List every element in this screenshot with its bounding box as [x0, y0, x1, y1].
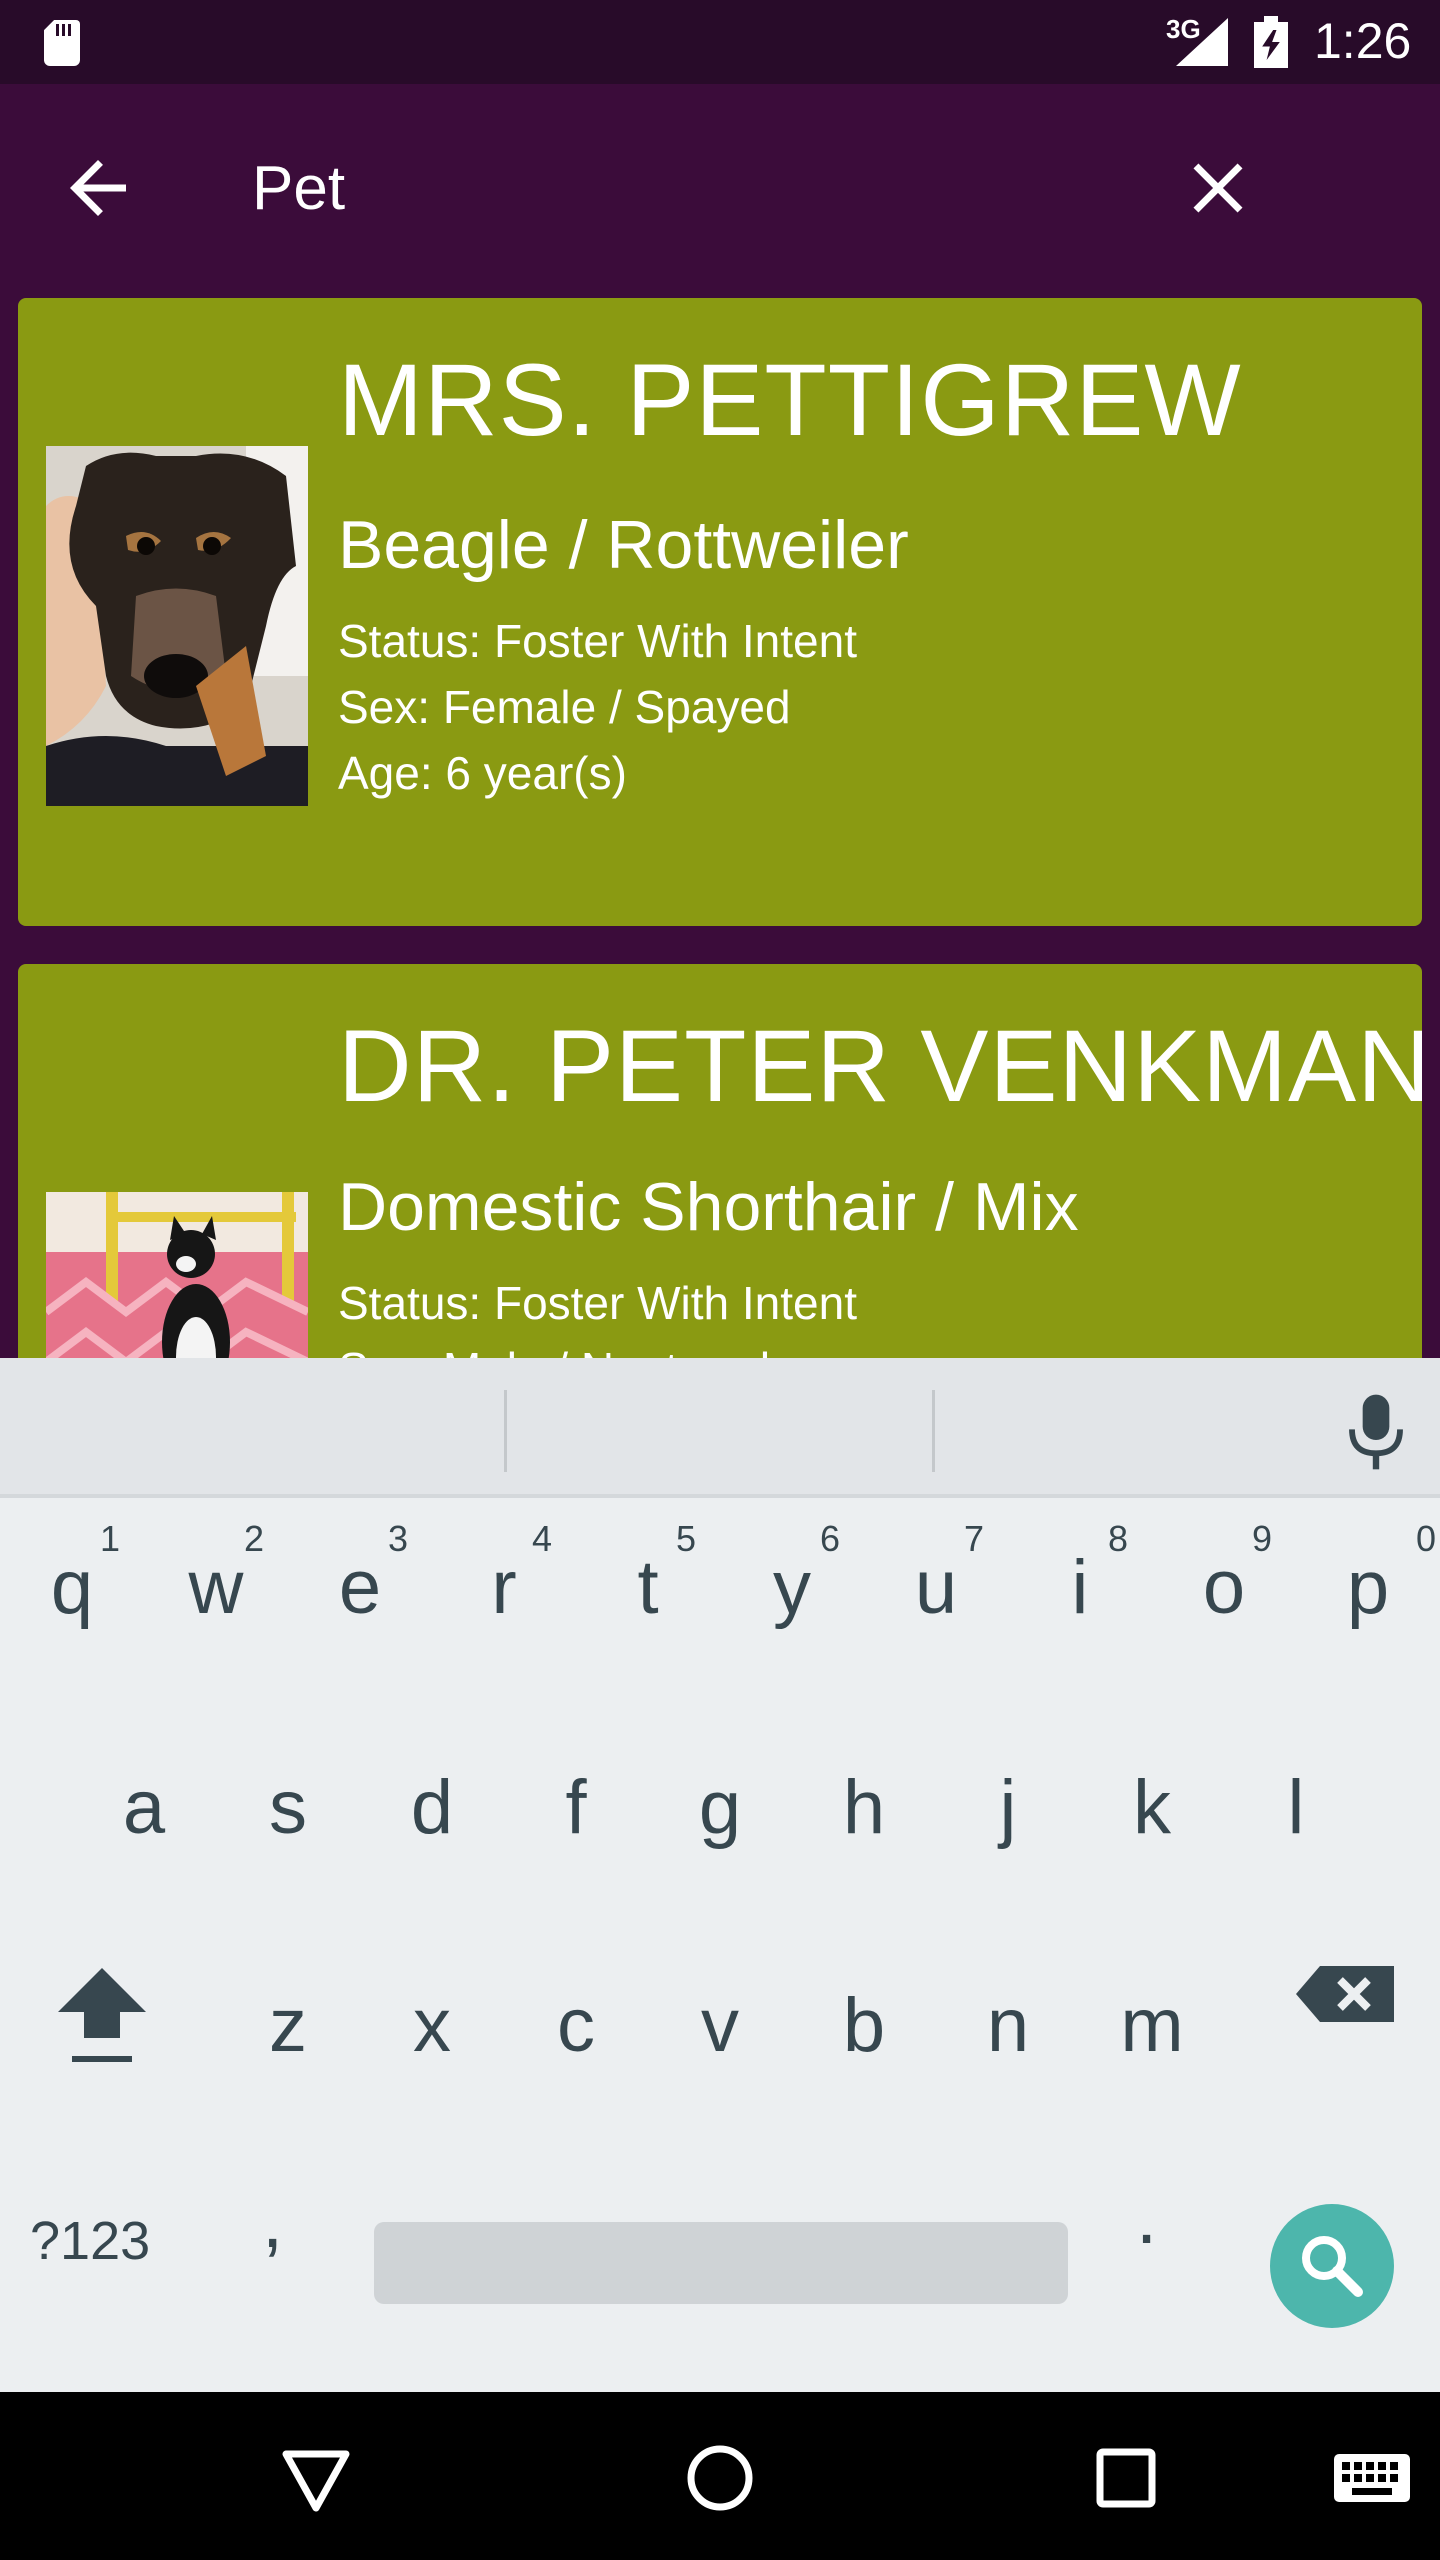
search-icon [1302, 2236, 1363, 2297]
backspace-key[interactable] [1268, 1948, 1412, 2088]
period-key[interactable]: . [1136, 2174, 1157, 2261]
key-g[interactable]: g [648, 1730, 792, 1870]
pet-sex: Sex: Female / Spayed [338, 681, 791, 733]
comma-key[interactable]: , [262, 2178, 283, 2265]
circle-home-icon [687, 2445, 753, 2511]
key-x[interactable]: x [360, 1948, 504, 2088]
pet-breed: Beagle / Rottweiler [338, 507, 909, 583]
square-recents-icon [1096, 2448, 1156, 2508]
status-bar: 3G 1:26 [0, 0, 1440, 84]
key-j[interactable]: j [936, 1730, 1080, 1870]
close-icon [1193, 163, 1243, 213]
key-i[interactable]: 8i [1008, 1510, 1152, 1650]
network-type: 3G [1166, 14, 1201, 44]
pet-status: Status: Foster With Intent [338, 1277, 857, 1329]
navigation-bar [0, 2392, 1440, 2560]
key-k[interactable]: k [1080, 1730, 1224, 1870]
key-d[interactable]: d [360, 1730, 504, 1870]
suggestion-divider [932, 1390, 935, 1472]
key-p[interactable]: 0p [1296, 1510, 1440, 1650]
symbols-key[interactable]: ?123 [30, 2210, 150, 2272]
nav-home-button[interactable] [672, 2430, 768, 2526]
results-list[interactable]: MRS. PETTIGREW Beagle / Rottweiler Statu… [0, 284, 1440, 1358]
pet-card[interactable]: DR. PETER VENKMAN Domestic Shorthair / M… [18, 964, 1422, 1358]
pet-name: MRS. PETTIGREW [338, 343, 1242, 457]
keyboard-icon [1334, 2454, 1410, 2502]
pet-age: Age: 6 year(s) [338, 747, 627, 799]
key-u[interactable]: 7u [864, 1510, 1008, 1650]
key-l[interactable]: l [1224, 1730, 1368, 1870]
key-h[interactable]: h [792, 1730, 936, 1870]
space-key[interactable] [374, 2222, 1068, 2304]
shift-key[interactable] [30, 1948, 174, 2088]
key-t[interactable]: 5t [576, 1510, 720, 1650]
key-o[interactable]: 9o [1152, 1510, 1296, 1650]
key-a[interactable]: a [72, 1730, 216, 1870]
search-toolbar [0, 84, 1440, 284]
sd-card-icon [44, 20, 80, 66]
pet-breed: Domestic Shorthair / Mix [338, 1169, 1079, 1245]
backspace-icon [1296, 1966, 1394, 2022]
key-e[interactable]: 3e [288, 1510, 432, 1650]
pet-status: Status: Foster With Intent [338, 615, 857, 667]
key-b[interactable]: b [792, 1948, 936, 2088]
suggestion-divider [504, 1390, 507, 1472]
key-q[interactable]: 1q [0, 1510, 144, 1650]
key-z[interactable]: z [216, 1948, 360, 2088]
search-action-key[interactable] [1270, 2204, 1394, 2328]
clear-search-button[interactable] [1176, 146, 1260, 230]
pet-photo-cat [46, 1192, 308, 1358]
mic-icon [1349, 1394, 1403, 1470]
clock: 1:26 [1314, 13, 1412, 69]
voice-input-button[interactable] [1344, 1392, 1408, 1472]
search-input[interactable] [252, 150, 1132, 226]
pet-card[interactable]: MRS. PETTIGREW Beagle / Rottweiler Statu… [18, 298, 1422, 926]
key-y[interactable]: 6y [720, 1510, 864, 1650]
shift-icon [58, 1968, 146, 2062]
key-s[interactable]: s [216, 1730, 360, 1870]
nav-back-button[interactable] [268, 2430, 364, 2526]
key-m[interactable]: m [1080, 1948, 1224, 2088]
key-f[interactable]: f [504, 1730, 648, 1870]
pet-sex: Sex: Male / Neutered [338, 1342, 770, 1358]
key-v[interactable]: v [648, 1948, 792, 2088]
arrow-back-icon [70, 160, 126, 216]
suggestion-strip [0, 1358, 1440, 1498]
key-n[interactable]: n [936, 1948, 1080, 2088]
keyboard-switch-button[interactable] [1324, 2430, 1420, 2526]
key-c[interactable]: c [504, 1948, 648, 2088]
pet-photo-dog [46, 446, 308, 806]
triangle-back-icon [282, 2450, 350, 2512]
pet-name: DR. PETER VENKMAN [338, 1009, 1422, 1123]
key-r[interactable]: 4r [432, 1510, 576, 1650]
soft-keyboard: 1q 2w 3e 4r 5t 6y 7u 8i 9o 0p a s d f g … [0, 1358, 1440, 2392]
nav-recents-button[interactable] [1078, 2430, 1174, 2526]
back-button[interactable] [56, 146, 140, 230]
battery-charging-icon [1254, 16, 1288, 68]
key-w[interactable]: 2w [144, 1510, 288, 1650]
